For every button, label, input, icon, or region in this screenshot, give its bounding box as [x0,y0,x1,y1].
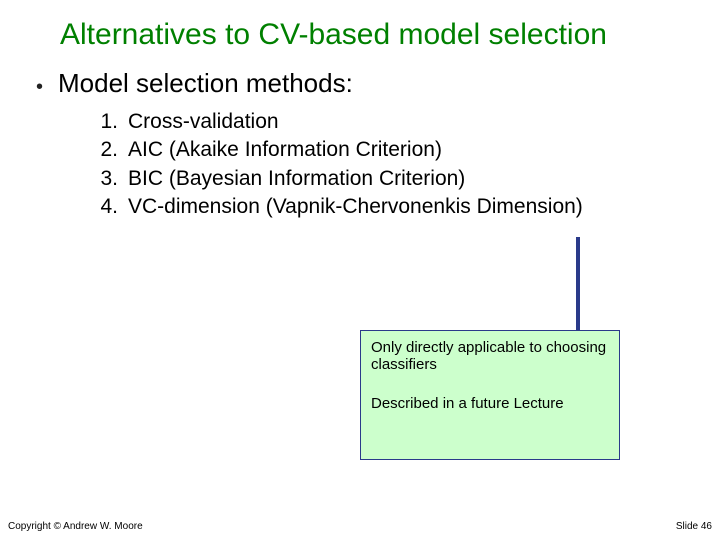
list-number: 3. [90,165,128,193]
copyright-notice: Copyright © Andrew W. Moore [8,521,143,532]
callout-box: Only directly applicable to choosing cla… [360,330,620,460]
method-list: 1. Cross-validation 2. AIC (Akaike Infor… [90,108,583,221]
callout-connector [576,237,580,330]
list-item: 2. AIC (Akaike Information Criterion) [90,136,583,164]
list-number: 4. [90,193,128,221]
list-number: 1. [90,108,128,136]
section-heading: Model selection methods: [58,68,353,99]
callout-text-2: Described in a future Lecture [371,395,609,412]
list-text: AIC (Akaike Information Criterion) [128,136,442,164]
list-number: 2. [90,136,128,164]
bullet-icon: • [36,76,43,99]
slide-number: Slide 46 [676,521,712,532]
list-text: VC-dimension (Vapnik-Chervonenkis Dimens… [128,193,583,221]
slide-title: Alternatives to CV-based model selection [60,18,690,52]
list-item: 3. BIC (Bayesian Information Criterion) [90,165,583,193]
list-item: 4. VC-dimension (Vapnik-Chervonenkis Dim… [90,193,583,221]
callout-text-1: Only directly applicable to choosing cla… [371,339,609,373]
list-item: 1. Cross-validation [90,108,583,136]
list-text: BIC (Bayesian Information Criterion) [128,165,465,193]
list-text: Cross-validation [128,108,279,136]
